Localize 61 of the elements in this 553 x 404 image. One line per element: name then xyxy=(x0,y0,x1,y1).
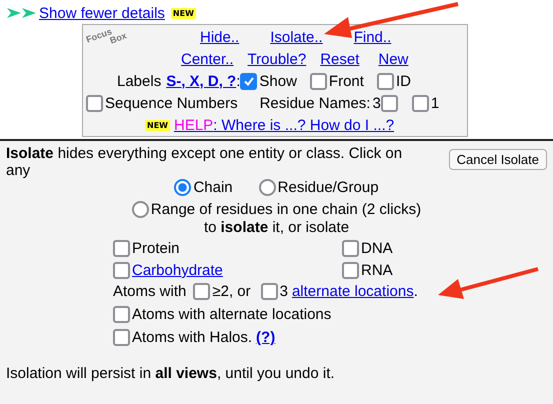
focus-link[interactable]: Isolate.. xyxy=(270,28,323,46)
checkbox-label: Show xyxy=(259,72,297,90)
focus-link[interactable]: New xyxy=(378,50,408,68)
checkbox-label: Atoms with alternate locations xyxy=(132,306,332,323)
focus-link[interactable]: Find.. xyxy=(354,28,392,46)
checkbox-label: Sequence Numbers xyxy=(105,94,238,112)
checkbox[interactable] xyxy=(193,283,210,300)
new-badge: NEW xyxy=(145,120,170,130)
focus-link[interactable]: Center.. xyxy=(181,50,234,68)
focus-box-logo: Focus Box xyxy=(85,25,128,48)
labels-label: Labels xyxy=(117,72,162,90)
checkbox-label: 3 xyxy=(280,283,288,300)
isolate-note: to isolate it, or isolate xyxy=(202,220,350,236)
checkbox-label: ≥2 xyxy=(212,283,229,300)
radio-button[interactable] xyxy=(258,178,276,196)
radio-label: Range of residues in one chain (2 clicks) xyxy=(150,200,422,218)
radio-label: Chain xyxy=(193,178,233,196)
atoms-with-label: Atoms with xyxy=(113,283,186,300)
focus-link[interactable]: Hide.. xyxy=(200,28,240,46)
show-fewer-details-link[interactable]: Show fewer details xyxy=(39,4,165,22)
checkbox[interactable] xyxy=(412,94,429,112)
alternate-locations-link[interactable]: alternate locations xyxy=(292,283,414,300)
cancel-isolate-button[interactable]: Cancel Isolate xyxy=(448,149,547,170)
radio-label: Residue/Group xyxy=(278,178,379,196)
checkbox[interactable] xyxy=(342,240,359,257)
checkbox-label: ID xyxy=(396,72,411,90)
checkbox[interactable] xyxy=(310,72,327,90)
focus-link[interactable]: Reset xyxy=(320,50,360,68)
radio-button[interactable] xyxy=(174,178,192,196)
checkbox-label: Front xyxy=(328,72,364,90)
checkbox-label: 1 xyxy=(430,94,440,112)
new-badge: NEW xyxy=(170,8,196,18)
checkbox-label: RNA xyxy=(361,262,393,279)
carbohydrate-link[interactable]: Carbohydrate xyxy=(132,262,223,279)
checkbox[interactable] xyxy=(113,262,130,279)
help-link[interactable]: (?) xyxy=(256,329,276,346)
checkbox[interactable] xyxy=(260,283,278,300)
checkbox[interactable] xyxy=(113,329,130,346)
help-link[interactable]: HELP: Where is ...? How do I ...? xyxy=(174,116,394,134)
joiner-text: , or xyxy=(228,283,251,300)
checkbox-label: Atoms with Halos. xyxy=(132,329,252,346)
checkmark-icon xyxy=(242,75,255,87)
isolate-description: Isolate hides everything except one entity or class. Click on any xyxy=(6,145,404,179)
isolation-note: Isolation will persist in all views, until you undo it. xyxy=(6,365,336,382)
checkbox[interactable] xyxy=(380,94,398,112)
labels-link[interactable]: S-, X, D, ? xyxy=(166,72,236,90)
checkbox[interactable] xyxy=(113,240,130,257)
checkbox[interactable] xyxy=(240,72,258,90)
residue-names-label: Residue Names: xyxy=(260,94,370,112)
checkbox-label: DNA xyxy=(361,240,393,257)
checkbox[interactable] xyxy=(342,262,359,279)
double-arrow-icon xyxy=(7,7,37,19)
colon-text: : xyxy=(236,72,240,90)
radio-button[interactable] xyxy=(132,200,149,218)
focus-link[interactable]: Trouble? xyxy=(248,50,306,68)
checkbox-label: 3 xyxy=(372,94,381,112)
checkbox[interactable] xyxy=(376,72,394,90)
checkbox[interactable] xyxy=(113,306,130,323)
checkbox-label: Protein xyxy=(132,240,180,257)
checkbox[interactable] xyxy=(86,94,103,112)
period-text: . xyxy=(414,283,418,300)
